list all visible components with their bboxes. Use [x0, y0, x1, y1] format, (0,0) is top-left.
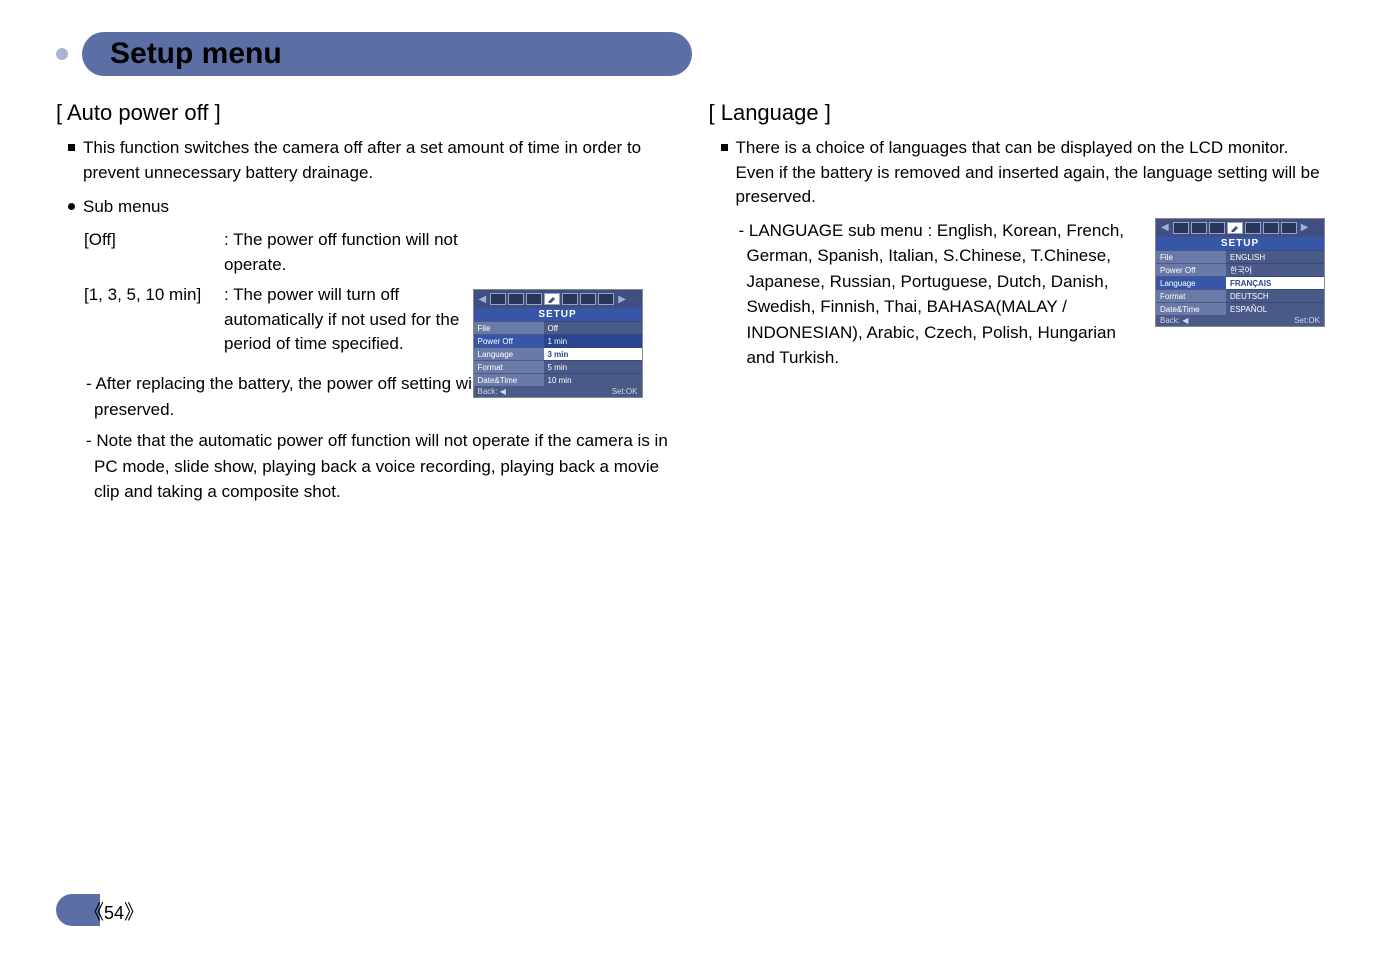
language-heading: [ Language ] — [709, 100, 1326, 126]
auto-power-off-intro: This function switches the camera off af… — [83, 136, 673, 185]
note-not-operate-modes: - Note that the automatic power off func… — [86, 428, 673, 505]
tab-icon-1 — [1173, 222, 1189, 234]
cam-row-r: Off — [544, 321, 642, 334]
cam-row-l: Format — [474, 360, 544, 373]
tab-arrow-left-icon: ◀ — [477, 294, 489, 305]
language-intro: There is a choice of languages that can … — [736, 136, 1326, 210]
tab-icon-7 — [1281, 222, 1297, 234]
cam-row-l: Format — [1156, 289, 1226, 302]
tab-icon-1 — [490, 293, 506, 305]
cam-row-l: Date&Time — [1156, 302, 1226, 315]
cam-row-r: ESPAÑOL — [1226, 302, 1324, 315]
cam-row-r: 한국어 — [1226, 263, 1324, 276]
cam-title-left: SETUP — [474, 308, 642, 321]
tab-icon-6 — [1263, 222, 1279, 234]
tab-icon-5 — [1245, 222, 1261, 234]
cam-row-r: 10 min — [544, 373, 642, 386]
right-column: [ Language ] There is a choice of langua… — [709, 94, 1326, 511]
cam-row-r: 1 min — [544, 334, 642, 347]
cam-row-r: 3 min — [544, 347, 642, 360]
title-bar: Setup menu — [56, 32, 1325, 76]
auto-power-off-heading: [ Auto power off ] — [56, 100, 673, 126]
submenus-label: Sub menus — [83, 195, 169, 220]
wrench-icon — [1230, 224, 1240, 232]
tab-arrow-right-icon: ▶ — [1299, 222, 1311, 233]
tab-arrow-left-icon: ◀ — [1159, 222, 1171, 233]
cam-title-right: SETUP — [1156, 237, 1324, 250]
wrench-icon — [547, 295, 557, 303]
left-column: [ Auto power off ] This function switche… — [56, 94, 673, 511]
submenu-off-key: [Off] — [84, 228, 224, 277]
cam-row-l: File — [1156, 250, 1226, 263]
round-bullet-icon — [68, 203, 75, 210]
note-battery-preserved: - After replacing the battery, the power… — [86, 371, 516, 422]
cam-row-l: File — [474, 321, 544, 334]
camera-setup-screenshot-right: ◀ ▶ SETUP FileENGLISH Power — [1155, 218, 1325, 327]
submenu-off-desc: : The power off function will not operat… — [224, 228, 484, 277]
tab-icon-2 — [508, 293, 524, 305]
submenu-times-key: [1, 3, 5, 10 min] — [84, 283, 224, 357]
tab-icon-active — [1227, 222, 1243, 234]
square-bullet-icon — [68, 144, 75, 151]
tab-icon-5 — [562, 293, 578, 305]
tab-arrow-right-icon: ▶ — [616, 294, 628, 305]
cam-row-l: Date&Time — [474, 373, 544, 386]
tab-icon-3 — [526, 293, 542, 305]
language-list: - LANGUAGE sub menu : English, Korean, F… — [739, 218, 1144, 371]
page-number: 《54》 — [56, 894, 144, 926]
page-number-value: 54 — [104, 903, 124, 923]
angle-bracket-icon: 《 — [84, 902, 104, 924]
cam-foot-set: Set:OK — [612, 387, 638, 396]
cam-row-r: DEUTSCH — [1226, 289, 1324, 302]
cam-row-l: Language — [1156, 276, 1226, 289]
cam-row-r: FRANÇAIS — [1226, 276, 1324, 289]
camera-setup-screenshot-left: ◀ ▶ SETUP FileOff Power Off1 — [473, 289, 643, 398]
cam-foot-back: Back: ◀ — [1160, 316, 1188, 325]
cam-row-r: 5 min — [544, 360, 642, 373]
submenu-times-desc: : The power will turn off automatically … — [224, 283, 484, 357]
cam-row-r: ENGLISH — [1226, 250, 1324, 263]
title-bullet-icon — [56, 48, 68, 60]
tab-icon-6 — [580, 293, 596, 305]
square-bullet-icon — [721, 144, 728, 151]
tab-icon-active — [544, 293, 560, 305]
tab-icon-3 — [1209, 222, 1225, 234]
cam-row-l: Power Off — [474, 334, 544, 347]
cam-foot-back: Back: ◀ — [478, 387, 506, 396]
angle-bracket-icon: 》 — [124, 902, 144, 924]
cam-row-l: Power Off — [1156, 263, 1226, 276]
cam-row-l: Language — [474, 347, 544, 360]
tab-icon-7 — [598, 293, 614, 305]
page-title: Setup menu — [110, 37, 282, 71]
tab-icon-2 — [1191, 222, 1207, 234]
cam-foot-set: Set:OK — [1294, 316, 1320, 325]
